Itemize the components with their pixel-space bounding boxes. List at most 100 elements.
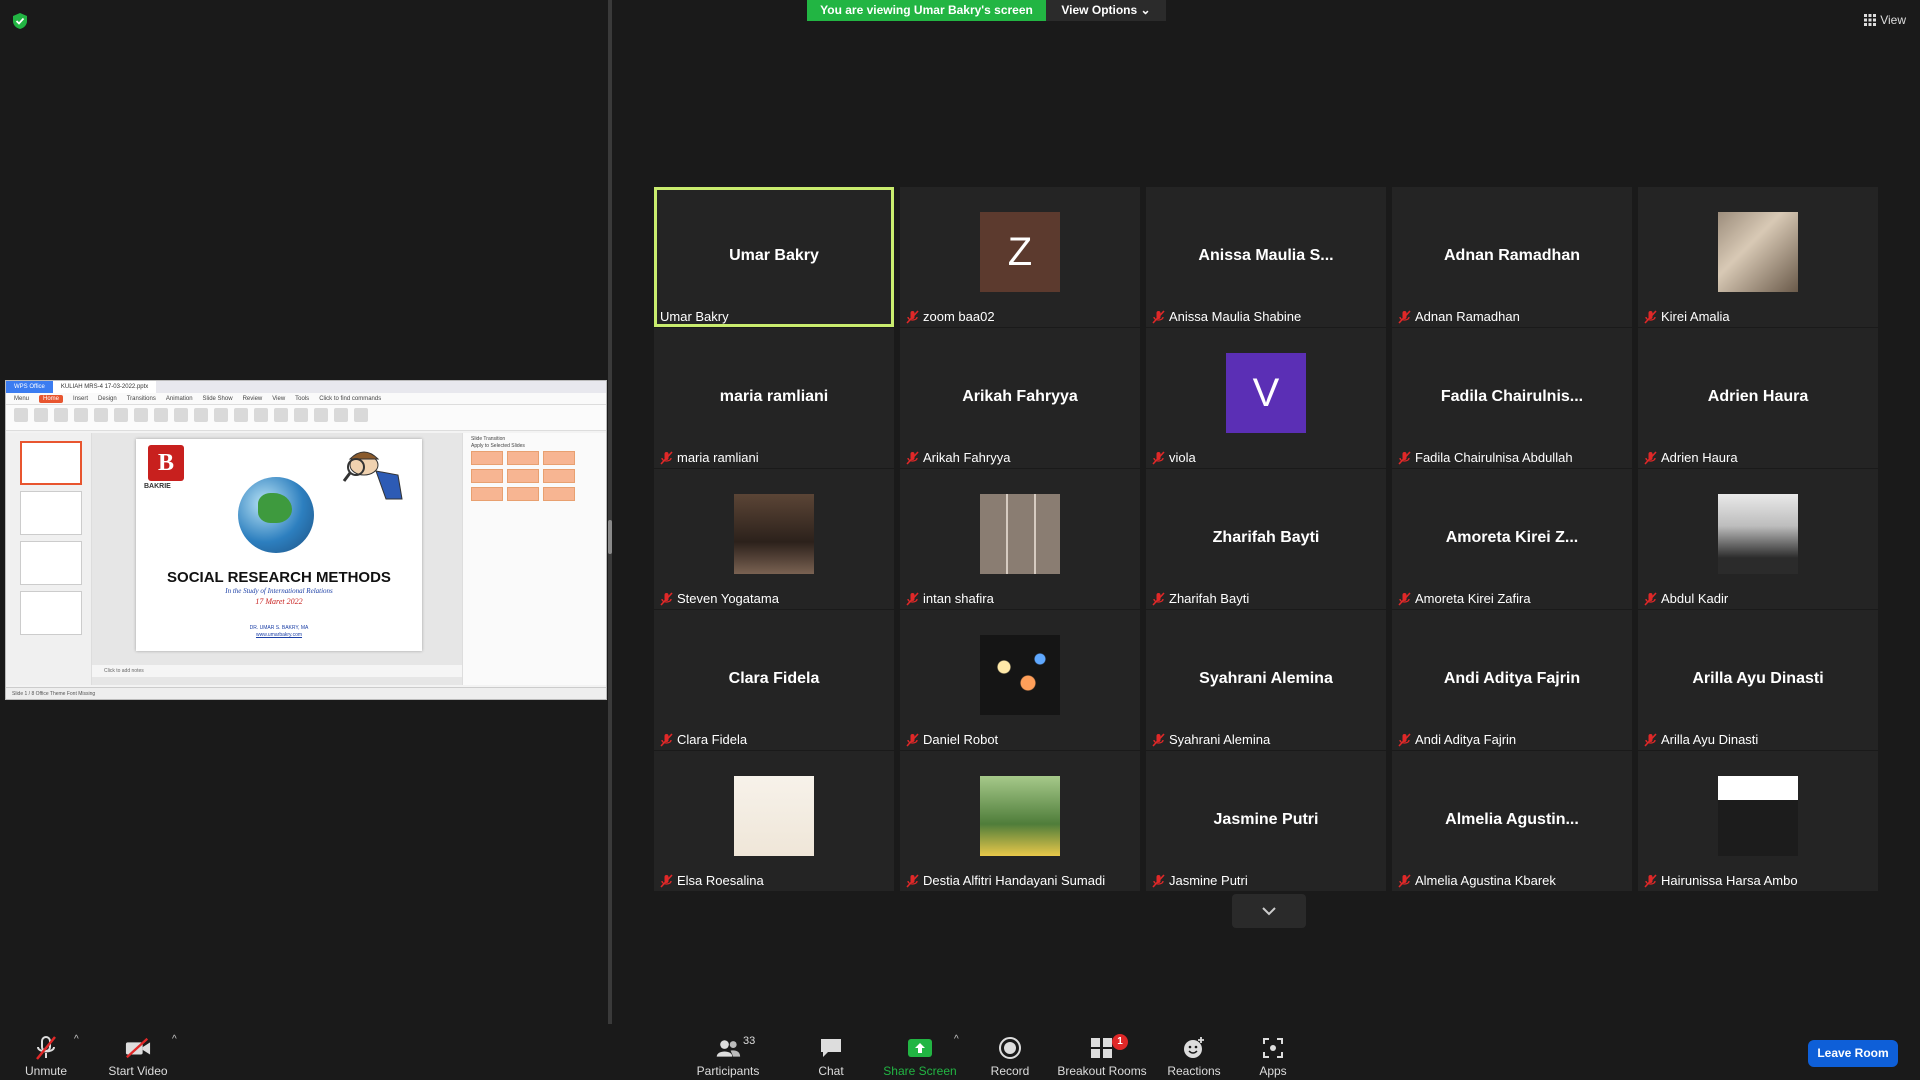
participant-tile[interactable]: Amoreta Kirei Z... Amoreta Kirei Zafira bbox=[1392, 469, 1632, 609]
microphone-muted-icon bbox=[660, 732, 673, 747]
participant-name-caption: Anissa Maulia Shabine bbox=[1152, 309, 1301, 324]
security-shield-icon[interactable] bbox=[12, 12, 28, 30]
slide-thumbnail bbox=[20, 441, 82, 485]
participant-name-caption: Adnan Ramadhan bbox=[1398, 309, 1520, 324]
participant-tile[interactable]: Anissa Maulia S... Anissa Maulia Shabine bbox=[1146, 187, 1386, 327]
participants-icon bbox=[716, 1040, 741, 1057]
participant-tile[interactable]: Daniel Robot bbox=[900, 610, 1140, 750]
participant-tile[interactable]: Almelia Agustin... Almelia Agustina Kbare… bbox=[1392, 751, 1632, 891]
participant-tile[interactable]: Kirei Amalia bbox=[1638, 187, 1878, 327]
slide-subtitle: In the Study of International Relations bbox=[225, 587, 333, 595]
microphone-muted-icon bbox=[906, 450, 919, 465]
microphone-muted-icon bbox=[1398, 873, 1411, 888]
chat-icon bbox=[821, 1039, 841, 1057]
microphone-muted-icon bbox=[36, 1036, 56, 1060]
record-button[interactable]: Record bbox=[984, 1028, 1036, 1078]
participant-name-caption: viola bbox=[1152, 450, 1196, 465]
participant-display-name: Anissa Maulia S... bbox=[1198, 247, 1334, 264]
participants-count: 33 bbox=[743, 1035, 756, 1047]
wps-tab-bar: WPS Office KULIAH MRS-4 17-03-2022.pptx bbox=[6, 381, 606, 393]
audio-options-caret-icon[interactable]: ^ bbox=[74, 1034, 79, 1045]
unmute-button[interactable]: Unmute bbox=[18, 1028, 74, 1078]
microphone-muted-icon bbox=[1152, 591, 1165, 606]
microphone-muted-icon bbox=[1398, 732, 1411, 747]
participant-tile[interactable]: Andi Aditya Fajrin Andi Aditya Fajrin bbox=[1392, 610, 1632, 750]
participant-tile[interactable]: Arilla Ayu Dinasti Arilla Ayu Dinasti bbox=[1638, 610, 1878, 750]
participant-name-label: Daniel Robot bbox=[923, 732, 999, 747]
participant-photo bbox=[1718, 212, 1798, 292]
participant-name-caption: Destia Alfitri Handayani Sumadi bbox=[906, 873, 1105, 888]
participant-name-label: Clara Fidela bbox=[677, 732, 748, 747]
participant-display-name: Fadila Chairulnis... bbox=[1440, 388, 1584, 405]
transition-pane-apply: Apply to Selected Slides bbox=[471, 443, 525, 449]
view-button[interactable]: View bbox=[1864, 8, 1906, 32]
participant-tile[interactable]: Destia Alfitri Handayani Sumadi bbox=[900, 751, 1140, 891]
participant-tile[interactable]: Fadila Chairulnis... Fadila Chairulnisa A… bbox=[1392, 328, 1632, 468]
participant-tile[interactable]: maria ramliani maria ramliani bbox=[654, 328, 894, 468]
wps-menu-item: Transitions bbox=[126, 395, 156, 402]
reactions-label: Reactions bbox=[1167, 1064, 1221, 1078]
leave-room-button[interactable]: Leave Room bbox=[1808, 1040, 1898, 1067]
participant-tile[interactable]: Umar Bakry Umar Bakry bbox=[654, 187, 894, 327]
microphone-muted-icon bbox=[906, 732, 919, 747]
participant-tile[interactable]: Arikah Fahryya Arikah Fahryya bbox=[900, 328, 1140, 468]
divider-drag-handle[interactable] bbox=[608, 520, 612, 554]
share-options-caret-icon[interactable]: ^ bbox=[954, 1034, 959, 1045]
participant-display-name: Adrien Haura bbox=[1707, 388, 1809, 405]
participant-name-label: Zharifah Bayti bbox=[1169, 591, 1250, 606]
microphone-muted-icon bbox=[1398, 309, 1411, 324]
shared-screen-content[interactable]: WPS Office KULIAH MRS-4 17-03-2022.pptx … bbox=[5, 380, 607, 700]
view-options-button[interactable]: View Options ⌄ bbox=[1046, 0, 1166, 21]
participant-tile[interactable]: Zharifah Bayti Zharifah Bayti bbox=[1146, 469, 1386, 609]
participant-name-caption: Fadila Chairulnisa Abdullah bbox=[1398, 450, 1573, 465]
apps-button[interactable]: Apps bbox=[1250, 1028, 1296, 1078]
wps-ribbon bbox=[6, 405, 606, 431]
chevron-down-icon bbox=[1262, 907, 1276, 916]
participant-name-label: Fadila Chairulnisa Abdullah bbox=[1415, 450, 1573, 465]
view-label: View bbox=[1880, 13, 1906, 27]
participant-tile[interactable]: Hairunissa Harsa Ambo bbox=[1638, 751, 1878, 891]
record-icon bbox=[999, 1037, 1021, 1059]
participant-tile[interactable]: Clara Fidela Clara Fidela bbox=[654, 610, 894, 750]
participant-tile[interactable]: Adnan Ramadhan Adnan Ramadhan bbox=[1392, 187, 1632, 327]
participant-tile[interactable]: Vviola bbox=[1146, 328, 1386, 468]
microphone-muted-icon bbox=[906, 591, 919, 606]
meeting-toolbar: Unmute ^ Start Video ^ Participants 33 C… bbox=[0, 1024, 1920, 1080]
current-slide: B BAKRIE SOCIAL RESEARCH METHODS In the … bbox=[136, 439, 422, 651]
participant-tile[interactable]: Adrien Haura Adrien Haura bbox=[1638, 328, 1878, 468]
microphone-muted-icon bbox=[660, 450, 673, 465]
wps-menu-item: Home bbox=[39, 394, 64, 403]
slide-notes-bar: Click to add notes bbox=[92, 665, 462, 677]
participant-tile[interactable]: Abdul Kadir bbox=[1638, 469, 1878, 609]
microphone-muted-icon bbox=[1644, 591, 1657, 606]
participant-tile[interactable]: Jasmine Putri Jasmine Putri bbox=[1146, 751, 1386, 891]
video-options-caret-icon[interactable]: ^ bbox=[172, 1034, 177, 1045]
participant-tile[interactable]: Syahrani Alemina Syahrani Alemina bbox=[1146, 610, 1386, 750]
participant-photo bbox=[980, 494, 1060, 574]
participant-tile[interactable]: Zzoom baa02 bbox=[900, 187, 1140, 327]
participant-display-name: Syahrani Alemina bbox=[1199, 670, 1333, 687]
participant-name-caption: Almelia Agustina Kbarek bbox=[1398, 873, 1556, 888]
participant-name-caption: maria ramliani bbox=[660, 450, 759, 465]
gallery-next-page-button[interactable] bbox=[1232, 894, 1306, 928]
participant-display-name: Adnan Ramadhan bbox=[1443, 247, 1580, 264]
participant-tile[interactable]: Elsa Roesalina bbox=[654, 751, 894, 891]
participant-tile[interactable]: Steven Yogatama bbox=[654, 469, 894, 609]
participant-tile[interactable]: intan shafira bbox=[900, 469, 1140, 609]
participant-photo bbox=[980, 635, 1060, 715]
participant-name-label: Steven Yogatama bbox=[677, 591, 779, 606]
share-screen-button[interactable]: Share Screen bbox=[882, 1028, 958, 1078]
reactions-button[interactable]: Reactions bbox=[1164, 1028, 1224, 1078]
slide-editor-area: B BAKRIE SOCIAL RESEARCH METHODS In the … bbox=[92, 433, 462, 685]
wps-office-tab: WPS Office bbox=[6, 381, 53, 393]
participant-name-label: Destia Alfitri Handayani Sumadi bbox=[923, 873, 1106, 888]
view-options-label: View Options bbox=[1061, 3, 1138, 17]
chat-label: Chat bbox=[818, 1064, 844, 1078]
participant-name-label: Adnan Ramadhan bbox=[1415, 309, 1520, 324]
chat-button[interactable]: Chat bbox=[806, 1028, 856, 1078]
start-video-button[interactable]: Start Video bbox=[106, 1028, 170, 1078]
split-view-divider[interactable] bbox=[608, 0, 612, 1024]
participant-name-caption: Arikah Fahryya bbox=[906, 450, 1010, 465]
participant-name-caption: zoom baa02 bbox=[906, 309, 995, 324]
breakout-rooms-button[interactable]: Breakout Rooms bbox=[1056, 1028, 1148, 1078]
